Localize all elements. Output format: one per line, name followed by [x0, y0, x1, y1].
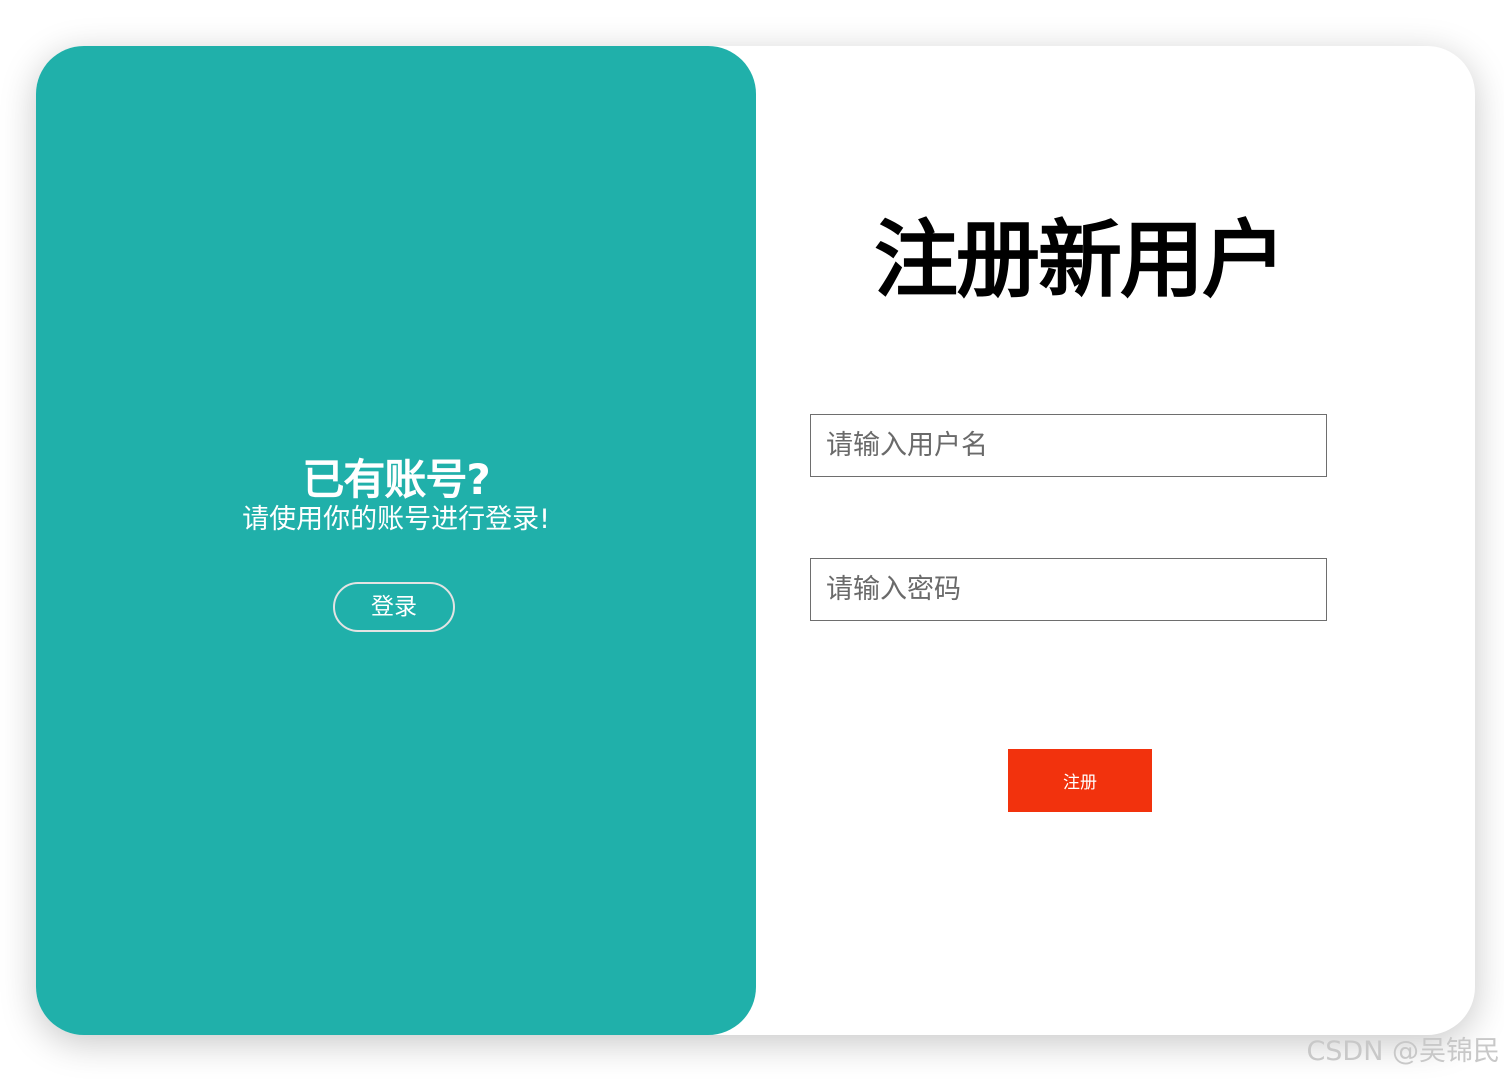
register-button[interactable]: 注册 [1008, 749, 1152, 812]
register-title: 注册新用户 [873, 211, 1286, 309]
username-input[interactable] [810, 414, 1327, 477]
auth-card: 已有账号? 请使用你的账号进行登录! 登录 [36, 46, 1475, 1035]
login-prompt-panel: 已有账号? 请使用你的账号进行登录! 登录 [36, 46, 756, 1035]
login-button[interactable]: 登录 [333, 582, 455, 632]
login-prompt-subtitle: 请使用你的账号进行登录! [242, 504, 550, 535]
watermark: CSDN @吴锦民 [1306, 1036, 1500, 1067]
login-prompt-title: 已有账号? [302, 455, 490, 504]
password-input[interactable] [810, 558, 1327, 621]
